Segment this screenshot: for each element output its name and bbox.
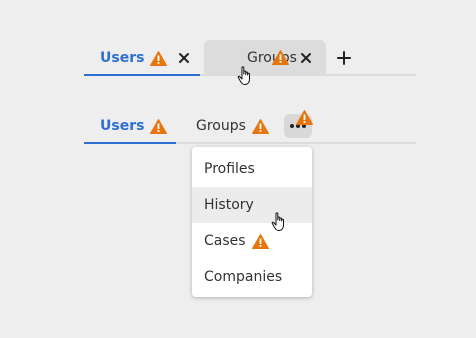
- menu-item-companies[interactable]: Companies: [192, 259, 312, 295]
- menu-item-profiles[interactable]: Profiles: [192, 151, 312, 187]
- tab-users[interactable]: Users: [84, 108, 176, 144]
- overflow-menu-button[interactable]: [284, 110, 313, 138]
- menu-item-label: Profiles: [204, 161, 255, 177]
- warning-icon: [296, 110, 313, 125]
- warning-icon: [272, 50, 289, 65]
- tab-label: Users: [100, 50, 145, 66]
- tab-bar-overflow: Users Groups: [84, 108, 416, 144]
- warning-icon: [150, 50, 168, 66]
- tab-label: Users: [100, 118, 145, 134]
- warning-icon: [251, 233, 269, 249]
- tab-groups[interactable]: Groups: [204, 40, 326, 75]
- menu-item-label: Companies: [204, 269, 283, 285]
- menu-item-history[interactable]: History: [192, 187, 312, 223]
- overflow-menu: Profiles History Cases Companies: [192, 147, 312, 297]
- plus-icon: [337, 51, 351, 65]
- tab-groups[interactable]: Groups: [196, 108, 269, 144]
- close-icon[interactable]: [174, 48, 194, 68]
- menu-item-label: History: [204, 197, 254, 213]
- menu-item-label: Cases: [204, 233, 246, 249]
- tab-label: Groups: [196, 118, 246, 134]
- warning-icon: [251, 118, 269, 134]
- active-tab-indicator: [84, 74, 200, 76]
- active-tab-indicator: [84, 142, 176, 144]
- close-icon[interactable]: [296, 48, 316, 68]
- add-tab-button[interactable]: [334, 48, 354, 68]
- warning-icon: [150, 118, 168, 134]
- tab-users[interactable]: Users: [84, 40, 200, 76]
- tab-bar-closable: Users Groups: [84, 40, 416, 76]
- menu-item-cases[interactable]: Cases: [192, 223, 312, 259]
